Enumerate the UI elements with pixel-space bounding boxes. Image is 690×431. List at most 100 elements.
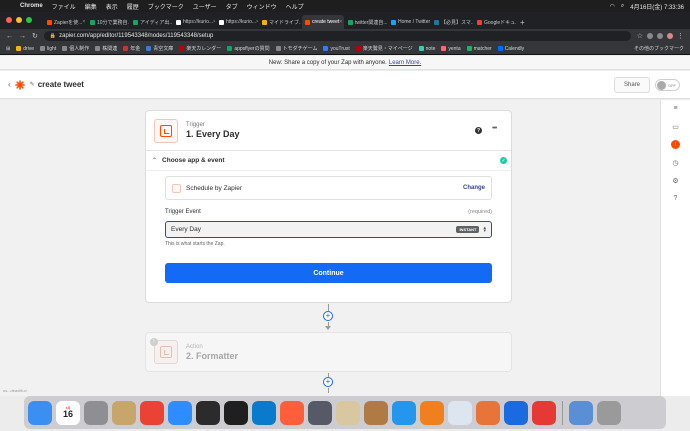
infinity-icon[interactable] [504,400,528,425]
menu-item-help[interactable]: ヘルプ [286,2,304,11]
bookmark-item[interactable]: Calendly [497,45,524,52]
bookmark-item[interactable]: 青空文庫 [146,45,173,52]
browser-tab[interactable]: Zapierを使... × [44,15,86,29]
bookmark-item[interactable]: トモダチゲーム [275,45,317,52]
more-options-icon[interactable]: ••• [492,125,497,132]
search-icon[interactable]: ⌕ [621,3,624,10]
history-icon[interactable]: ◷ [671,158,680,167]
browser-tab[interactable]: create tweet × [302,15,344,29]
quicktime-icon[interactable] [308,400,332,425]
bookmark-item[interactable]: 年金 [123,45,140,52]
bookmark-item[interactable]: 楽天鷲見・マイページ [355,45,413,52]
chrome-menu-icon[interactable]: ⋮ [677,32,684,40]
calendar-icon[interactable]: 4月 16 [56,400,80,425]
browser-tab[interactable]: 10分で業務自...× [87,15,129,29]
trigger-card-header[interactable]: Trigger 1. Every Day ? ••• [146,111,511,151]
contacts-icon[interactable] [112,400,136,425]
docker-icon[interactable] [392,400,416,425]
safari-icon[interactable] [280,400,304,425]
terminal-icon[interactable] [224,400,248,425]
browser-tab[interactable]: Home / Twitter× [388,15,430,29]
menu-item-window[interactable]: ウィンドウ [247,2,277,11]
share-button[interactable]: Share [614,77,650,93]
help-icon[interactable]: ? [475,127,482,134]
menu-app-name[interactable]: Chrome [20,3,43,9]
close-tab-icon[interactable]: × [82,19,85,25]
menu-item-user[interactable]: ユーザー [193,2,217,11]
other-bookmarks[interactable]: その他のブックマーク [634,45,684,52]
browser-tab[interactable]: twitter関連自...× [345,15,387,29]
browser-tab[interactable]: アイディア出...× [130,15,172,29]
chrome-icon[interactable] [140,400,164,425]
add-step-button[interactable]: + [323,377,333,387]
menu-item-history[interactable]: 履歴 [127,2,139,11]
preview-icon[interactable] [476,400,500,425]
minimize-window-button[interactable] [16,17,22,23]
zap-title[interactable]: create tweet [38,80,84,89]
back-chevron-icon[interactable]: ‹ [8,80,11,89]
browser-tab[interactable]: https://kurio... × [216,15,258,29]
todo-icon[interactable] [532,400,556,425]
sequel-pro-icon[interactable] [336,400,360,425]
the-unarchiver-icon[interactable] [364,400,388,425]
bookmark-item[interactable]: yenta [441,45,461,52]
address-bar[interactable]: 🔒 zapier.com/app/editor/119543348/nodes/… [43,31,631,41]
trigger-event-select[interactable]: Every Day INSTANT ▴ ▾ [165,221,492,238]
bookmark-item[interactable]: note [418,45,435,52]
postman-icon[interactable] [448,400,472,425]
activity-monitor-icon[interactable] [196,400,220,425]
extension-icon[interactable] [647,33,653,39]
browser-tab[interactable]: Googleドキュ...× [474,15,516,29]
menu-item-view[interactable]: 表示 [106,2,118,11]
bookmark-item[interactable]: light [40,45,56,52]
reload-icon[interactable]: ↻ [32,32,38,40]
new-tab-button[interactable]: + [520,18,525,27]
bookmark-item[interactable]: 株関連 [95,45,117,52]
close-tab-icon[interactable]: × [339,19,342,25]
apps-icon[interactable]: ⊞ [6,46,10,52]
bookmark-item[interactable]: appsflyerの質問 [227,45,270,52]
zapier-logo-icon[interactable] [14,79,25,90]
system-preferences-icon[interactable] [84,400,108,425]
bookmark-item[interactable]: 楽天カレンダー [179,45,221,52]
outline-icon[interactable]: ≡ [671,104,680,113]
continue-button[interactable]: Continue [165,263,492,283]
forward-arrow-icon[interactable]: → [19,33,26,40]
zoom-window-button[interactable] [26,17,32,23]
action-step-card[interactable]: ! Action 2. Formatter [145,332,512,372]
vscode-icon[interactable] [252,400,276,425]
choose-app-section-header[interactable]: ⌃ Choose app & event ✓ [146,151,511,171]
close-tab-icon[interactable]: × [213,19,215,25]
learn-more-link[interactable]: Learn More. [389,60,421,66]
extension-icon[interactable] [657,33,663,39]
wifi-icon[interactable]: ◠ [610,3,615,10]
bookmark-item[interactable]: matcher [466,45,492,52]
star-icon[interactable]: ☆ [637,32,643,40]
profile-avatar[interactable] [667,33,673,39]
trash-icon[interactable] [597,400,621,425]
clock[interactable]: 4月16日(金) 7:33:36 [630,2,684,11]
settings-gear-icon[interactable]: ⚙ [671,176,680,185]
photos-icon[interactable] [569,400,593,425]
bookmark-item[interactable]: 個人制作 [62,45,89,52]
change-app-button[interactable]: Change [463,185,485,191]
status-alert-icon[interactable]: ! [671,140,680,149]
pencil-icon[interactable]: ✎ [30,81,35,88]
bookmark-item[interactable]: youTrust [323,45,350,52]
back-arrow-icon[interactable]: ← [6,33,13,40]
menu-item-tab[interactable]: タブ [226,2,238,11]
menu-item-bookmarks[interactable]: ブックマーク [148,2,184,11]
zap-on-off-toggle[interactable]: OFF [655,79,680,91]
details-icon[interactable]: ▭ [671,122,680,131]
add-step-button[interactable]: + [323,311,333,321]
finder-icon[interactable] [28,400,52,425]
browser-tab[interactable]: 【必見】スマ...× [431,15,473,29]
menu-item-edit[interactable]: 編集 [85,2,97,11]
sourcetree-icon[interactable] [420,400,444,425]
close-tab-icon[interactable]: × [256,19,258,25]
zoom-icon[interactable] [168,400,192,425]
browser-tab[interactable]: https://kurio... × [173,15,215,29]
menu-item-file[interactable]: ファイル [52,2,76,11]
bookmark-item[interactable]: drive [16,45,34,52]
browser-tab[interactable]: マイドライブ... × [259,15,301,29]
